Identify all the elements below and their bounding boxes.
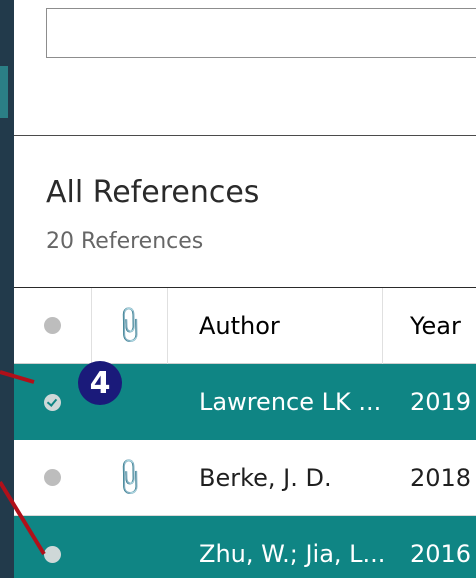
page-title: All References <box>46 175 260 210</box>
divider <box>14 135 476 136</box>
dot-icon <box>44 317 61 334</box>
read-status-cell[interactable] <box>14 516 91 578</box>
check-icon <box>44 393 61 411</box>
table-row[interactable]: Zhu, W.; Jia, L... 2016 <box>14 516 476 578</box>
references-table: 📎 Author Year Lawrence LK ... 2019 📎 Ber… <box>14 288 476 578</box>
dot-icon <box>44 545 61 563</box>
dot-icon <box>44 469 61 486</box>
author-cell: Berke, J. D. <box>199 463 332 492</box>
step-callout-badge: 4 <box>78 361 122 405</box>
table-row[interactable]: 📎 Berke, J. D. 2018 <box>14 440 476 516</box>
year-cell: 2018 <box>410 463 472 492</box>
year-cell: 2016 <box>410 540 472 568</box>
author-cell: Zhu, W.; Jia, L... <box>199 540 386 568</box>
column-header-read[interactable] <box>14 288 91 363</box>
table-header-row: 📎 Author Year <box>14 288 476 364</box>
app-window: All References 20 References 📎 Author Ye… <box>0 0 476 578</box>
sidebar <box>0 0 14 578</box>
paperclip-icon: 📎 <box>106 455 152 500</box>
reference-count: 20 References <box>46 229 204 254</box>
year-cell: 2019 <box>410 388 472 416</box>
column-header-attachment[interactable]: 📎 <box>91 288 167 363</box>
attachment-cell[interactable]: 📎 <box>91 440 167 515</box>
attachment-cell <box>91 516 167 578</box>
search-input[interactable] <box>46 8 476 58</box>
column-header-year[interactable]: Year <box>382 288 476 363</box>
sidebar-active-indicator <box>0 66 8 118</box>
paperclip-icon: 📎 <box>106 303 152 348</box>
column-header-author[interactable]: Author <box>167 288 382 363</box>
author-cell: Lawrence LK ... <box>199 388 382 416</box>
read-status-cell[interactable] <box>14 440 91 515</box>
